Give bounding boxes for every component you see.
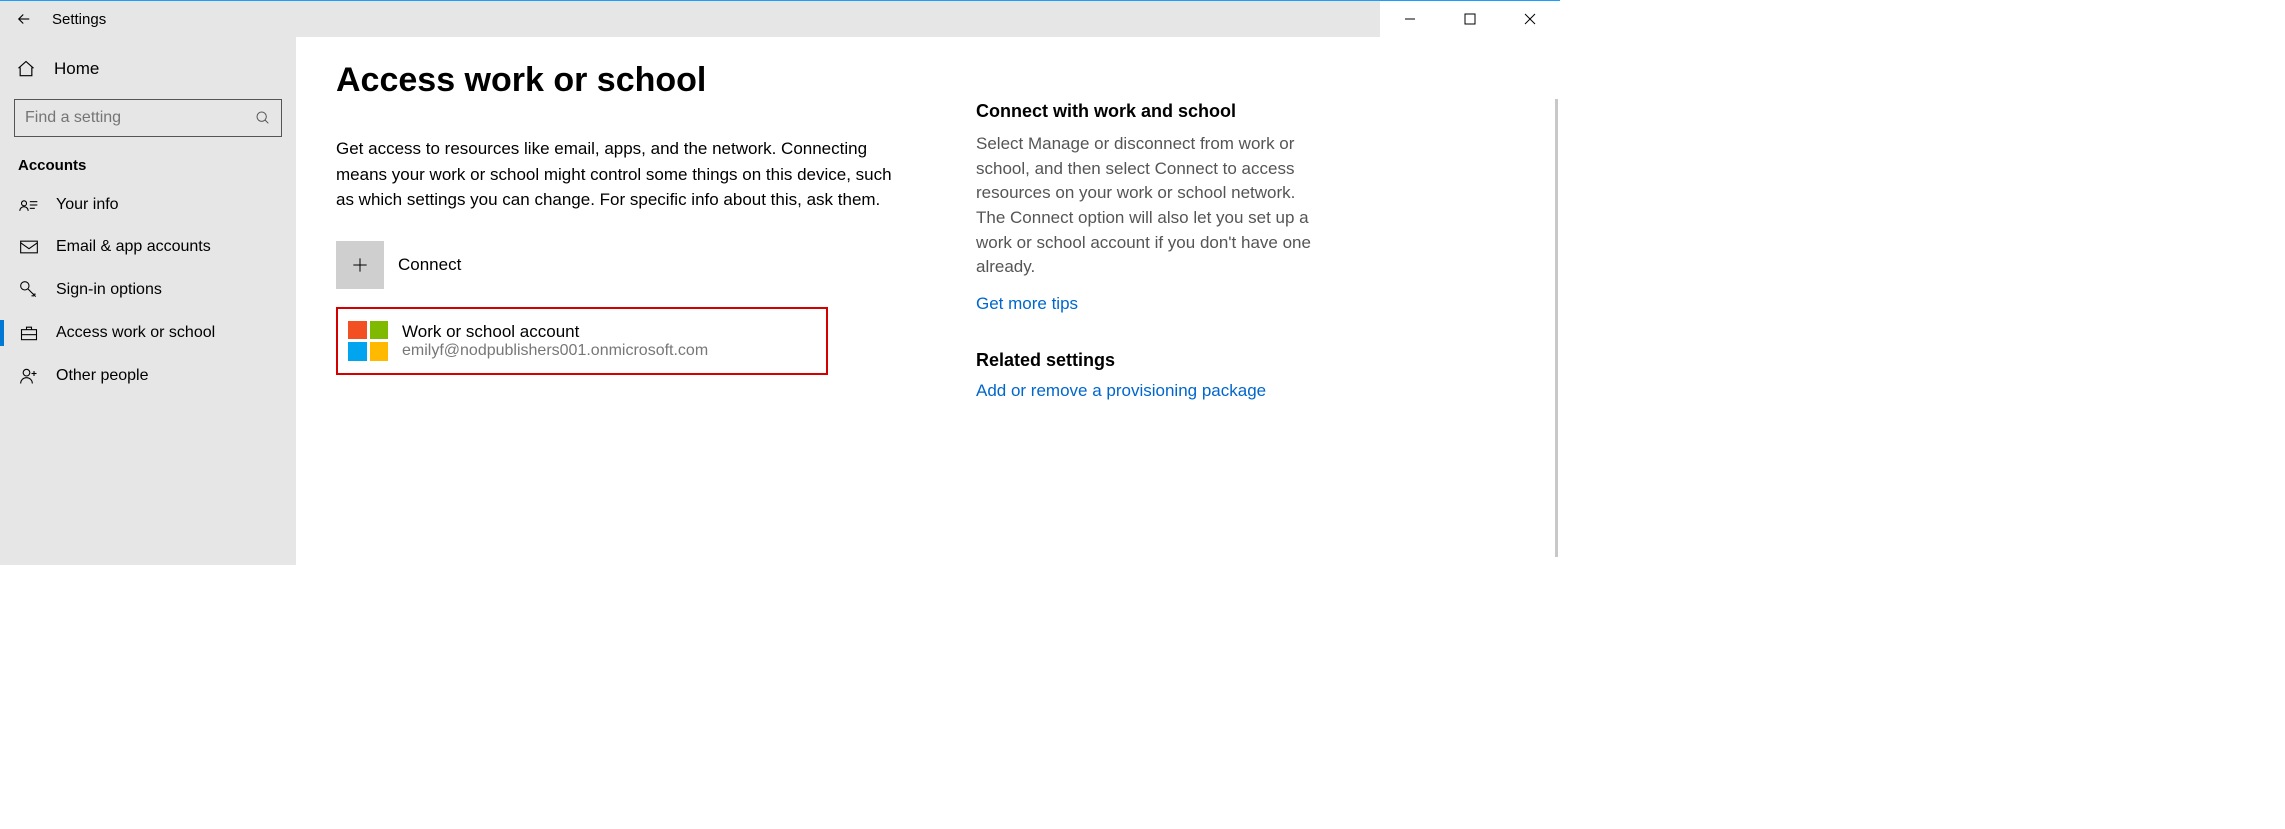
scrollbar[interactable] <box>1555 99 1558 557</box>
aside-column: Connect with work and school Select Mana… <box>976 61 1316 565</box>
sidebar-item-access-work-school[interactable]: Access work or school <box>0 312 296 354</box>
arrow-left-icon <box>15 10 33 28</box>
window-controls <box>1380 1 1560 37</box>
titlebar: Settings <box>0 1 1560 37</box>
home-icon <box>16 59 38 79</box>
sidebar-item-label: Email & app accounts <box>56 238 211 256</box>
close-button[interactable] <box>1500 1 1560 37</box>
home-label: Home <box>54 59 99 79</box>
plus-icon <box>336 241 384 289</box>
mail-icon <box>18 239 40 255</box>
aside-heading-connect: Connect with work and school <box>976 101 1316 122</box>
maximize-icon <box>1464 13 1476 25</box>
minimize-button[interactable] <box>1380 1 1440 37</box>
search-box[interactable] <box>14 99 282 137</box>
connect-button[interactable]: Connect <box>336 241 936 289</box>
window-title: Settings <box>52 11 106 28</box>
briefcase-icon <box>18 324 40 342</box>
microsoft-logo-icon <box>348 321 388 361</box>
sidebar-item-label: Your info <box>56 196 119 214</box>
maximize-button[interactable] <box>1440 1 1500 37</box>
connect-label: Connect <box>398 255 461 275</box>
aside-body-connect: Select Manage or disconnect from work or… <box>976 132 1316 280</box>
work-school-account-item[interactable]: Work or school account emilyf@nodpublish… <box>336 307 828 375</box>
sidebar-item-your-info[interactable]: Your info <box>0 184 296 226</box>
search-input[interactable] <box>25 109 255 127</box>
home-button[interactable]: Home <box>0 49 296 89</box>
sidebar-item-label: Access work or school <box>56 324 215 342</box>
sidebar-item-other-people[interactable]: Other people <box>0 354 296 398</box>
main-column: Access work or school Get access to reso… <box>336 61 976 565</box>
sidebar-item-label: Sign-in options <box>56 281 162 299</box>
body: Home Accounts Your info Email & app acco… <box>0 37 1560 565</box>
aside-heading-related: Related settings <box>976 350 1316 371</box>
content-area: Access work or school Get access to reso… <box>296 37 1560 565</box>
section-label: Accounts <box>0 151 296 184</box>
get-more-tips-link[interactable]: Get more tips <box>976 294 1316 314</box>
page-title: Access work or school <box>336 61 936 100</box>
close-icon <box>1524 13 1536 25</box>
sidebar-item-email-accounts[interactable]: Email & app accounts <box>0 226 296 268</box>
sidebar: Home Accounts Your info Email & app acco… <box>0 37 296 565</box>
account-title: Work or school account <box>402 322 708 342</box>
account-email: emilyf@nodpublishers001.onmicrosoft.com <box>402 342 708 360</box>
provisioning-link[interactable]: Add or remove a provisioning package <box>976 381 1316 401</box>
key-icon <box>18 280 40 300</box>
settings-window: Settings Home Acc <box>0 0 1560 565</box>
search-icon <box>255 110 271 126</box>
sidebar-item-label: Other people <box>56 367 149 385</box>
minimize-icon <box>1404 13 1416 25</box>
person-card-icon <box>18 196 40 214</box>
person-plus-icon <box>18 366 40 386</box>
back-button[interactable] <box>0 1 48 37</box>
account-text: Work or school account emilyf@nodpublish… <box>402 322 708 360</box>
page-description: Get access to resources like email, apps… <box>336 136 896 213</box>
sidebar-item-signin-options[interactable]: Sign-in options <box>0 268 296 312</box>
